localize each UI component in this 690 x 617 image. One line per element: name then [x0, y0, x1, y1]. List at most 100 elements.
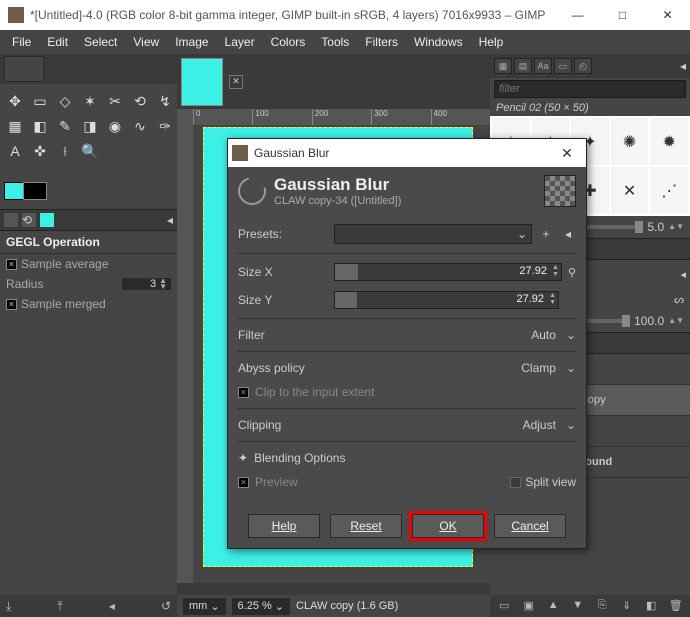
unit-dropdown[interactable]: mm⌄: [183, 598, 226, 615]
transform-icon[interactable]: ⟲: [129, 90, 151, 112]
horizontal-scrollbar[interactable]: [177, 583, 490, 595]
menu-file[interactable]: File: [4, 31, 39, 53]
text-tool-icon[interactable]: A: [4, 140, 26, 162]
image-tab-close-icon[interactable]: ✕: [229, 75, 243, 89]
measure-icon[interactable]: ⟊: [54, 140, 76, 162]
eraser-icon[interactable]: ◨: [79, 115, 101, 137]
layer-down-icon[interactable]: ▼: [570, 597, 586, 613]
menu-view[interactable]: View: [125, 31, 167, 53]
reset-button[interactable]: Reset: [330, 514, 402, 538]
dialog-app-icon: [232, 145, 248, 161]
dock-menu-icon[interactable]: ◂: [680, 59, 686, 73]
sizey-label: Size Y: [238, 293, 328, 307]
clip-extent-checkbox[interactable]: ✕: [238, 387, 249, 398]
bg-color-swatch[interactable]: [23, 182, 47, 200]
save-options-icon[interactable]: ⤓: [6, 599, 11, 614]
sample-average-checkbox[interactable]: ✕: [6, 259, 17, 270]
crop-tool-icon[interactable]: ✂: [104, 90, 126, 112]
mask-layer-icon[interactable]: ◧: [643, 597, 659, 613]
dock-tab-icon[interactable]: [40, 213, 54, 227]
rect-select-icon[interactable]: ▭: [29, 90, 51, 112]
menu-image[interactable]: Image: [167, 31, 216, 53]
merge-layer-icon[interactable]: ⇓: [619, 597, 635, 613]
history-tab-icon[interactable]: ▭: [554, 58, 572, 74]
ruler-mark: 100: [252, 109, 311, 125]
menu-layer[interactable]: Layer: [217, 31, 263, 53]
menu-tools[interactable]: Tools: [313, 31, 357, 53]
blending-label[interactable]: Blending Options: [254, 451, 345, 465]
delete-options-icon[interactable]: ◂: [109, 599, 115, 613]
sample-merged-checkbox[interactable]: ✕: [6, 299, 17, 310]
menu-filters[interactable]: Filters: [357, 31, 406, 53]
dialog-titlebar[interactable]: Gaussian Blur ✕: [228, 139, 586, 167]
brush-cell[interactable]: ✕: [611, 167, 649, 214]
menu-windows[interactable]: Windows: [406, 31, 471, 53]
toolbox-tab[interactable]: [4, 56, 44, 82]
minimize-button[interactable]: ―: [555, 0, 600, 30]
restore-options-icon[interactable]: ⤒: [57, 599, 62, 614]
toolbox-tabs: [0, 54, 177, 84]
patterns-tab-icon[interactable]: ▤: [514, 58, 532, 74]
new-layer-icon[interactable]: ▭: [496, 597, 512, 613]
brush-filter-input[interactable]: [494, 80, 686, 98]
ok-button[interactable]: OK: [412, 514, 484, 538]
menu-edit[interactable]: Edit: [39, 31, 76, 53]
color-swatches[interactable]: [0, 168, 177, 209]
brush-cell[interactable]: ✹: [650, 118, 688, 165]
pencil-icon[interactable]: ✎: [54, 115, 76, 137]
smudge-icon[interactable]: ∿: [129, 115, 151, 137]
split-view-checkbox[interactable]: [510, 477, 521, 488]
layer-up-icon[interactable]: ▲: [545, 597, 561, 613]
move-tool-icon[interactable]: ✥: [4, 90, 26, 112]
warp-icon[interactable]: ↯: [154, 90, 176, 112]
zoom-icon[interactable]: 🔍: [79, 140, 101, 162]
cancel-button[interactable]: Cancel: [494, 514, 566, 538]
delete-layer-icon[interactable]: 🗑: [668, 597, 684, 613]
presets-dropdown[interactable]: ⌄: [334, 224, 532, 244]
gradient-icon[interactable]: ◧: [29, 115, 51, 137]
zoom-dropdown[interactable]: 6.25 %⌄: [232, 598, 290, 615]
link-xy-icon[interactable]: ⚲: [568, 266, 576, 279]
help-button[interactable]: Help: [248, 514, 320, 538]
clone-icon[interactable]: ◉: [104, 115, 126, 137]
brush-cell[interactable]: ⋰: [650, 167, 688, 214]
dock-tab-icon[interactable]: ⟲: [22, 213, 36, 227]
free-select-icon[interactable]: ◇: [54, 90, 76, 112]
dock-menu-icon[interactable]: ◂: [680, 268, 686, 287]
maximize-button[interactable]: □: [600, 0, 645, 30]
dialog-heading: Gaussian Blur: [274, 175, 401, 195]
picker-icon[interactable]: ✜: [29, 140, 51, 162]
preset-menu-icon[interactable]: ◂: [560, 227, 576, 241]
preview-pattern-icon: [544, 175, 576, 207]
doc-tab-icon[interactable]: ◴: [574, 58, 592, 74]
layer-buttons: ▭ ▣ ▲ ▼ ⎘ ⇓ ◧ 🗑: [490, 595, 690, 617]
fonts-tab-icon[interactable]: Aa: [534, 58, 552, 74]
preview-checkbox[interactable]: ✕: [238, 477, 249, 488]
radius-input[interactable]: [126, 278, 156, 290]
add-preset-icon[interactable]: +: [538, 227, 554, 241]
clipping-dropdown-icon[interactable]: ⌄: [566, 418, 576, 432]
reset-options-icon[interactable]: ↺: [161, 599, 171, 613]
brush-cell[interactable]: ✺: [611, 118, 649, 165]
menu-help[interactable]: Help: [471, 31, 512, 53]
path-icon[interactable]: ✑: [154, 115, 176, 137]
dup-layer-icon[interactable]: ⎘: [594, 597, 610, 613]
sizey-slider[interactable]: 27.92▲▼: [334, 291, 559, 309]
filter-dropdown-icon[interactable]: ⌄: [566, 328, 576, 342]
menu-select[interactable]: Select: [76, 31, 125, 53]
radius-spinner[interactable]: ▲▼: [122, 278, 171, 290]
fuzzy-select-icon[interactable]: ✶: [79, 90, 101, 112]
brushes-tab-icon[interactable]: ▦: [494, 58, 512, 74]
layer-group-icon[interactable]: ▣: [521, 597, 537, 613]
bucket-fill-icon[interactable]: ▦: [4, 115, 26, 137]
menu-colors[interactable]: Colors: [263, 31, 314, 53]
image-tab-thumbnail[interactable]: [181, 58, 223, 106]
blending-expand-icon[interactable]: ✦: [238, 451, 248, 465]
dock-menu-icon[interactable]: ◂: [167, 213, 173, 227]
mode-switch-icon[interactable]: ᔕ: [674, 293, 684, 306]
sizex-slider[interactable]: 27.92▲▼: [334, 263, 562, 281]
dialog-close-icon[interactable]: ✕: [552, 145, 582, 162]
close-button[interactable]: ✕: [645, 0, 690, 30]
dock-tab-icon[interactable]: [4, 213, 18, 227]
abyss-dropdown-icon[interactable]: ⌄: [566, 361, 576, 375]
